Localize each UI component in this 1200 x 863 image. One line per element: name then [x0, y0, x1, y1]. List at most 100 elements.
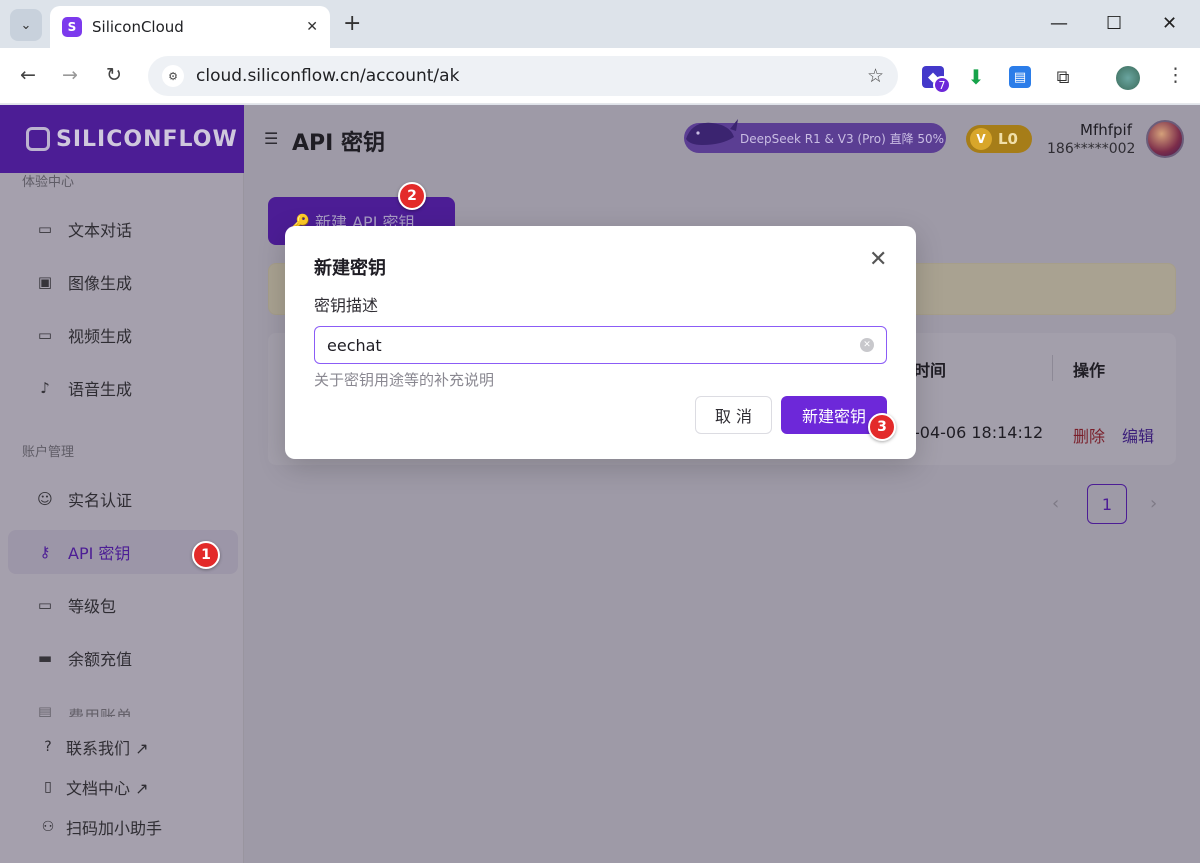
reload-icon[interactable]: ↻: [106, 63, 122, 87]
chevron-down-icon: ⌄: [20, 17, 32, 33]
sidebar-item-label: 图像生成: [68, 274, 133, 293]
profile-avatar-icon[interactable]: [1116, 66, 1140, 90]
more-menu-icon[interactable]: ⋮: [1166, 63, 1185, 87]
sidebar: SILICONFLOW 体验中心 ▭ 文本对话 ▣ 图像生成 ▭ 视频生成 ♪ 语音生成…: [0, 105, 244, 863]
download-arrow-icon[interactable]: ⬇: [965, 65, 987, 89]
wallet-icon: ▭: [37, 596, 53, 614]
logo-text: SILICONFLOW: [56, 126, 238, 152]
key-description-label: 密钥描述: [314, 296, 379, 315]
sidebar-item-label: 语音生成: [68, 380, 133, 399]
book-icon: ▯: [44, 779, 52, 795]
people-icon: ⚇: [41, 819, 55, 835]
sidebar-item-label: API 密钥: [68, 544, 131, 563]
browser-titlebar: ⌄ S SiliconCloud ✕ + — ☐ ✕: [0, 0, 1200, 48]
bill-icon: ▤: [37, 703, 53, 717]
siliconcloud-favicon-icon: S: [62, 17, 82, 37]
docs-center-link[interactable]: ▯ 文档中心 ↗: [40, 775, 149, 799]
key-icon: ⚷: [39, 543, 51, 561]
sidebar-item-label: 视频生成: [68, 327, 133, 346]
extension-icon[interactable]: ◆ 7: [922, 66, 951, 94]
sidebar-item-label: 余额充值: [68, 650, 133, 669]
sidebar-item-level-package[interactable]: ▭ 等级包: [8, 583, 238, 627]
user-check-icon: ☺: [37, 490, 53, 508]
tab-title: SiliconCloud: [92, 18, 184, 36]
close-icon[interactable]: ✕: [869, 248, 887, 272]
logo-bar[interactable]: SILICONFLOW: [0, 105, 244, 173]
section-account: 账户管理: [22, 445, 75, 460]
chat-icon: ▭: [37, 220, 53, 238]
close-tab-icon[interactable]: ✕: [306, 19, 318, 35]
sidebar-item-label: 实名认证: [68, 491, 133, 510]
sidebar-item-recharge[interactable]: ▬ 余额充值: [8, 636, 238, 680]
column-divider: [1052, 355, 1053, 381]
vip-level: L0: [998, 130, 1018, 148]
site-info-icon[interactable]: ⚙: [162, 65, 184, 87]
promo-text: DeepSeek R1 & V3 (Pro) 直降 50%: [740, 131, 945, 146]
page-header: ☰ API 密钥 DeepSeek R1 & V3 (Pro) 直降 50% V…: [244, 105, 1200, 173]
extension-badge: 7: [933, 76, 951, 94]
sidebar-item-video-gen[interactable]: ▭ 视频生成: [8, 313, 238, 357]
contact-us-label: 联系我们 ↗: [66, 739, 149, 758]
menu-collapse-icon[interactable]: ☰: [264, 129, 278, 148]
operations-column-header: 操作: [1073, 361, 1106, 380]
minimize-icon[interactable]: —: [1050, 12, 1068, 36]
app-area: SILICONFLOW 体验中心 ▭ 文本对话 ▣ 图像生成 ▭ 视频生成 ♪ 语音生成…: [0, 105, 1200, 863]
edit-key-link[interactable]: 编辑: [1122, 423, 1154, 447]
key-description-input[interactable]: [327, 335, 860, 355]
sidebar-item-label: 等级包: [68, 597, 117, 616]
user-phone: 186*****002: [1047, 141, 1136, 157]
next-page-icon[interactable]: ›: [1150, 493, 1157, 514]
sidebar-item-billing[interactable]: ▤ 费用账单: [8, 689, 238, 717]
contact-us-link[interactable]: ? 联系我们 ↗: [40, 735, 149, 759]
sidebar-item-label: 文本对话: [68, 221, 133, 240]
extensions-puzzle-icon[interactable]: ⧉: [1052, 66, 1074, 88]
sidebar-item-text-chat[interactable]: ▭ 文本对话: [8, 207, 238, 251]
clear-input-icon[interactable]: ✕: [860, 338, 874, 352]
section-experience: 体验中心: [22, 175, 75, 190]
scan-assistant-link[interactable]: ⚇ 扫码加小助手: [40, 815, 162, 839]
cancel-button[interactable]: 取 消: [695, 396, 772, 434]
siliconflow-logo-icon: [26, 127, 50, 151]
card-icon: ▬: [37, 649, 53, 667]
sidebar-item-label: 费用账单: [68, 707, 133, 717]
step-marker-2: 2: [398, 182, 426, 210]
modal-title: 新建密钥: [314, 258, 386, 279]
created-time-cell: -04-06 18:14:12: [914, 423, 1044, 442]
folder-extension-icon[interactable]: ▤: [1009, 66, 1031, 88]
whale-icon: [686, 119, 738, 145]
bookmark-star-icon[interactable]: ☆: [867, 65, 884, 87]
vip-icon: V: [970, 128, 992, 150]
docs-center-label: 文档中心 ↗: [66, 779, 149, 798]
field-hint: 关于密钥用途等的补充说明: [314, 371, 495, 389]
avatar[interactable]: [1146, 120, 1184, 158]
promo-banner[interactable]: DeepSeek R1 & V3 (Pro) 直降 50%: [684, 119, 946, 153]
browser-toolbar: ← → ↻ ⚙ cloud.siliconflow.cn/account/ak …: [0, 48, 1200, 104]
vip-level-badge[interactable]: V L0: [966, 125, 1032, 153]
delete-key-link[interactable]: 删除: [1073, 423, 1105, 447]
prev-page-icon[interactable]: ‹: [1052, 493, 1059, 514]
url-text[interactable]: cloud.siliconflow.cn/account/ak: [196, 66, 867, 86]
sidebar-item-voice-gen[interactable]: ♪ 语音生成: [8, 366, 238, 410]
page-title: API 密钥: [292, 131, 385, 156]
tab-search-button[interactable]: ⌄: [10, 9, 42, 41]
new-tab-button[interactable]: +: [343, 12, 361, 36]
create-key-modal: 新建密钥 ✕ 密钥描述 ✕ 关于密钥用途等的补充说明 取 消 新建密钥: [285, 226, 916, 459]
step-marker-1: 1: [192, 541, 220, 569]
key-description-field[interactable]: ✕: [314, 326, 887, 364]
image-icon: ▣: [37, 273, 53, 291]
address-bar[interactable]: ⚙ cloud.siliconflow.cn/account/ak ☆: [148, 56, 898, 96]
time-column-header: 时间: [914, 361, 947, 380]
maximize-icon[interactable]: ☐: [1106, 12, 1122, 36]
video-icon: ▭: [37, 326, 53, 344]
step-marker-3: 3: [868, 413, 896, 441]
mic-icon: ♪: [40, 379, 50, 397]
pagination-page[interactable]: 1: [1087, 484, 1127, 524]
close-window-icon[interactable]: ✕: [1162, 12, 1177, 36]
user-name: Mfhfpif: [1080, 121, 1132, 139]
sidebar-item-image-gen[interactable]: ▣ 图像生成: [8, 260, 238, 304]
browser-tab[interactable]: S SiliconCloud ✕: [50, 6, 330, 48]
scan-assistant-label: 扫码加小助手: [66, 819, 163, 838]
back-icon[interactable]: ←: [20, 63, 36, 87]
sidebar-item-verification[interactable]: ☺ 实名认证: [8, 477, 238, 521]
forward-icon[interactable]: →: [62, 63, 78, 87]
